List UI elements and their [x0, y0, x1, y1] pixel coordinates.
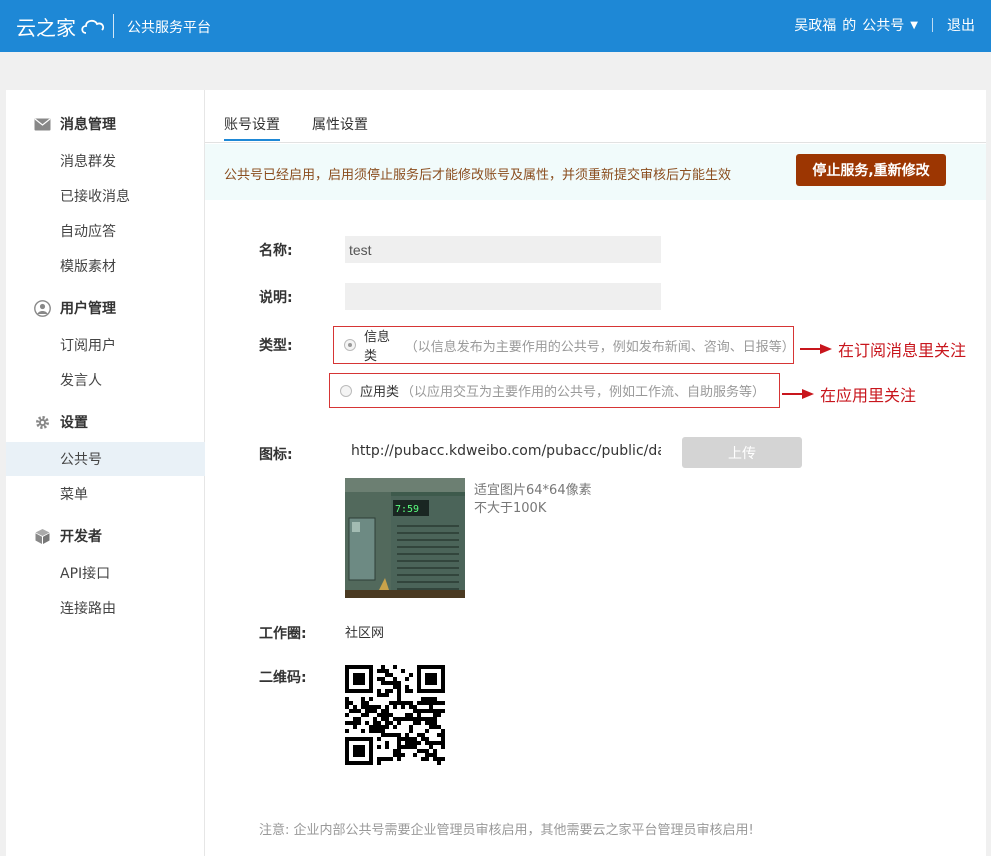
- logout-link[interactable]: 退出: [947, 15, 975, 35]
- icon-url-input[interactable]: http://pubacc.kdweibo.com/pubacc/public/…: [351, 443, 661, 465]
- description-input[interactable]: [345, 283, 661, 310]
- tab-bar: 账号设置 属性设置: [205, 90, 986, 143]
- sidebar-item-templates[interactable]: 模版素材: [6, 249, 205, 283]
- work-circle-value: 社区网: [345, 626, 385, 641]
- sidebar-group-developer[interactable]: 开发者: [6, 520, 205, 552]
- user-name: 吴政福: [794, 18, 837, 34]
- qr-code-image: [345, 665, 445, 765]
- cube-icon: [33, 527, 51, 545]
- type-option-app[interactable]: 应用类 （以应用交互为主要作用的公共号，例如工作流、自助服务等）: [329, 373, 780, 408]
- account-menu[interactable]: 公共号: [862, 15, 904, 35]
- platform-title: 公共服务平台: [127, 20, 211, 36]
- annotation-subscribe: 在订阅消息里关注: [800, 337, 966, 361]
- user-icon: [33, 299, 51, 317]
- sidebar-item-menu[interactable]: 菜单: [6, 477, 205, 511]
- icon-size-hint: 适宜图片64*64像素: [474, 483, 592, 498]
- icon-preview-image: 7:59: [345, 478, 465, 598]
- sidebar-group-label: 消息管理: [60, 117, 116, 133]
- review-footnote: 注意: 企业内部公共号需要企业管理员审核启用，其他需要云之家平台管理员审核启用!: [259, 823, 754, 838]
- annotation-app: 在应用里关注: [782, 382, 916, 406]
- sidebar-group-label: 用户管理: [60, 301, 116, 317]
- sidebar-group-users[interactable]: 用户管理: [6, 292, 205, 324]
- user-of: 的: [842, 18, 857, 34]
- name-input[interactable]: [345, 236, 661, 263]
- qr-label: 二维码:: [259, 670, 307, 686]
- tab-account-settings[interactable]: 账号设置: [224, 114, 280, 141]
- tab-property-settings[interactable]: 属性设置: [312, 114, 368, 134]
- cloud-logo-icon: [81, 19, 105, 34]
- icon-limit-hint: 不大于100K: [474, 501, 547, 516]
- radio-info[interactable]: [344, 339, 356, 351]
- sidebar-item-subscribers[interactable]: 订阅用户: [6, 328, 205, 362]
- arrow-right-icon: [800, 344, 832, 354]
- work-circle-label: 工作圈:: [259, 626, 307, 642]
- logo-divider: [113, 14, 114, 38]
- sidebar-item-routing[interactable]: 连接路由: [6, 591, 205, 625]
- logo[interactable]: 云之家: [16, 12, 106, 41]
- sidebar-group-label: 开发者: [60, 529, 102, 545]
- sidebar-item-speakers[interactable]: 发言人: [6, 363, 205, 397]
- logo-text: 云之家: [16, 16, 76, 40]
- annotation-app-text: 在应用里关注: [820, 386, 917, 405]
- sidebar-item-mass-send[interactable]: 消息群发: [6, 144, 205, 178]
- type-label: 类型:: [259, 338, 293, 354]
- sidebar-item-public-account[interactable]: 公共号: [6, 442, 205, 476]
- sidebar-group-message[interactable]: 消息管理: [6, 108, 205, 140]
- sidebar-item-received[interactable]: 已接收消息: [6, 179, 205, 213]
- gear-icon: [33, 413, 51, 431]
- main-panel: 账号设置 属性设置 公共号已经启用，启用须停止服务后才能修改账号及属性，并须重新…: [205, 90, 986, 856]
- chevron-down-icon[interactable]: ▼: [910, 20, 918, 31]
- stop-service-button[interactable]: 停止服务,重新修改: [796, 154, 946, 186]
- envelope-icon: [33, 115, 51, 133]
- description-label: 说明:: [259, 290, 293, 306]
- sidebar: 消息管理 消息群发 已接收消息 自动应答 模版素材 用户管理 订阅用户 发言人 …: [6, 90, 205, 856]
- icon-label: 图标:: [259, 447, 293, 463]
- radio-app-desc: （以应用交互为主要作用的公共号，例如工作流、自助服务等）: [401, 385, 766, 400]
- name-label: 名称:: [259, 243, 293, 259]
- annotation-subscribe-text: 在订阅消息里关注: [838, 341, 967, 360]
- sidebar-item-api[interactable]: API接口: [6, 556, 205, 590]
- user-area: 吴政福 的 公共号 ▼ 退出: [794, 15, 975, 35]
- svg-text:7:59: 7:59: [395, 504, 419, 515]
- arrow-right-icon: [782, 389, 814, 399]
- type-option-info[interactable]: 信息类 （以信息发布为主要作用的公共号，例如发布新闻、咨询、日报等）: [333, 326, 795, 364]
- radio-app[interactable]: [340, 384, 352, 397]
- header-separator: [932, 18, 933, 32]
- top-header: 云之家 公共服务平台 吴政福 的 公共号 ▼ 退出: [0, 0, 991, 52]
- radio-info-label: 信息类: [363, 330, 390, 364]
- radio-info-desc: （以信息发布为主要作用的公共号，例如发布新闻、咨询、日报等）: [404, 339, 795, 355]
- notice-text: 公共号已经启用，启用须停止服务后才能修改账号及属性，并须重新提交审核后方能生效: [224, 168, 732, 183]
- sidebar-item-auto-reply[interactable]: 自动应答: [6, 214, 205, 248]
- radio-app-label: 应用类: [360, 385, 400, 400]
- upload-button[interactable]: 上传: [682, 437, 802, 468]
- sidebar-group-label: 设置: [60, 415, 88, 431]
- sidebar-group-settings[interactable]: 设置: [6, 406, 205, 438]
- notice-banner: 公共号已经启用，启用须停止服务后才能修改账号及属性，并须重新提交审核后方能生效 …: [205, 144, 986, 200]
